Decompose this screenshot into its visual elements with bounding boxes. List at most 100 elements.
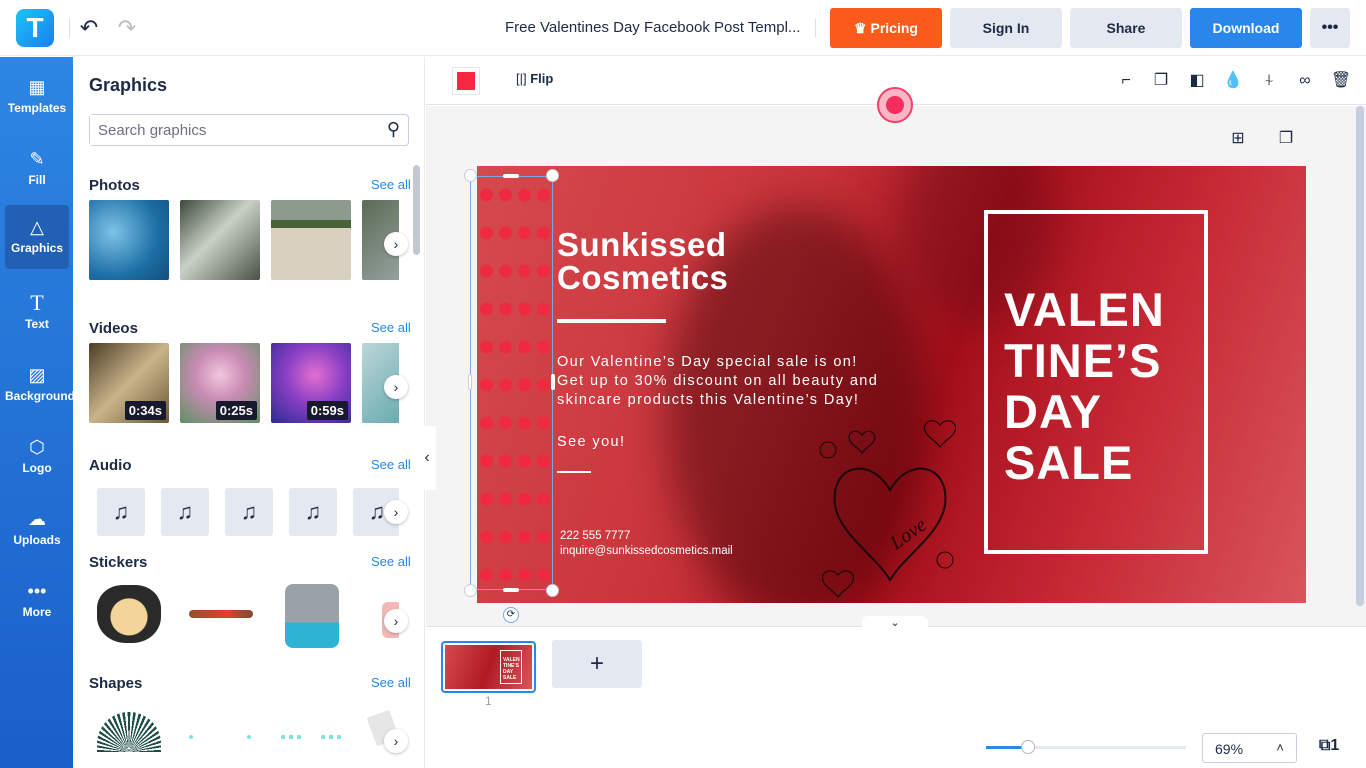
shape-sunburst[interactable] bbox=[97, 712, 161, 752]
app-logo[interactable]: T bbox=[16, 9, 54, 47]
copy-style-icon[interactable]: ❐ bbox=[1149, 69, 1173, 93]
love-heart-doodle[interactable]: Love bbox=[810, 415, 970, 605]
photo-thumb-sheep[interactable] bbox=[271, 200, 351, 280]
resize-handle-top[interactable] bbox=[503, 174, 519, 178]
nav-logo[interactable]: ⬡ Logo bbox=[5, 425, 69, 489]
shape-dot[interactable] bbox=[247, 735, 251, 739]
nav-background[interactable]: ▨ Background bbox=[5, 353, 76, 417]
video-thumb[interactable]: 0:59s bbox=[271, 343, 351, 423]
zoom-level-dropdown[interactable]: 69% ˄ bbox=[1202, 733, 1297, 763]
music-note-icon[interactable]: ♫ bbox=[289, 488, 337, 536]
video-thumb[interactable]: 0:25s bbox=[180, 343, 260, 423]
document-title[interactable]: Free Valentines Day Facebook Post Templ.… bbox=[505, 19, 800, 36]
resize-handle-left[interactable] bbox=[468, 374, 472, 390]
resize-handle-top-left[interactable] bbox=[464, 169, 477, 182]
nav-more[interactable]: ••• More bbox=[5, 569, 69, 633]
shape-dots[interactable] bbox=[321, 735, 341, 739]
headline-text[interactable]: VALEN TINE’S DAY SALE bbox=[1004, 284, 1165, 488]
stickers-see-all-link[interactable]: See all bbox=[371, 554, 411, 569]
collapse-pages-chevron-down-icon[interactable]: ⌄ bbox=[862, 616, 928, 630]
resize-handle-right[interactable] bbox=[551, 374, 555, 390]
shapes-next-arrow[interactable]: › bbox=[384, 729, 408, 753]
photos-see-all-link[interactable]: See all bbox=[371, 177, 411, 192]
arrange-layers-icon[interactable]: ◧ bbox=[1185, 69, 1209, 93]
small-heart bbox=[848, 430, 876, 455]
nav-label: Templates bbox=[7, 101, 67, 115]
divider bbox=[815, 19, 816, 37]
paint-roller-icon[interactable]: ⌐ bbox=[1114, 69, 1138, 93]
music-note-icon[interactable]: ♫ bbox=[161, 488, 209, 536]
record-indicator[interactable] bbox=[877, 87, 913, 123]
videos-title: Videos bbox=[89, 320, 138, 337]
add-page-icon[interactable]: ⊞ bbox=[1228, 128, 1248, 148]
nav-label: Uploads bbox=[13, 533, 61, 547]
nav-text[interactable]: T Text bbox=[5, 281, 69, 345]
sticker-greyhound[interactable] bbox=[189, 610, 253, 618]
share-button[interactable]: Share bbox=[1070, 8, 1182, 48]
page-count-icon[interactable]: ⧉1 bbox=[1319, 737, 1339, 755]
photos-row bbox=[89, 200, 399, 280]
resize-handle-top-right[interactable] bbox=[546, 169, 559, 182]
photos-next-arrow[interactable]: › bbox=[384, 232, 408, 256]
resize-handle-bottom-left[interactable] bbox=[464, 584, 477, 597]
see-you-text[interactable]: See you! bbox=[557, 434, 625, 450]
audio-see-all-link[interactable]: See all bbox=[371, 457, 411, 472]
music-note-icon[interactable]: ♫ bbox=[97, 488, 145, 536]
link-icon[interactable]: ∞ bbox=[1293, 69, 1317, 93]
stickers-next-arrow[interactable]: › bbox=[384, 609, 408, 633]
music-note-icon[interactable]: ♫ bbox=[225, 488, 273, 536]
brand-line-2: Cosmetics bbox=[557, 259, 729, 296]
page-number: 1 bbox=[485, 694, 492, 708]
nav-fill[interactable]: ✎ Fill bbox=[5, 137, 69, 201]
headline-line: TINE’S bbox=[1004, 334, 1162, 387]
color-swatch[interactable] bbox=[452, 67, 480, 95]
search-input[interactable] bbox=[90, 115, 360, 145]
download-button[interactable]: Download bbox=[1190, 8, 1302, 48]
pricing-button[interactable]: ♛ Pricing bbox=[830, 8, 942, 48]
align-icon[interactable]: ⍭ bbox=[1257, 69, 1281, 93]
sticker-robot-dog[interactable] bbox=[285, 584, 339, 648]
resize-handle-bottom[interactable] bbox=[503, 588, 519, 592]
zoom-slider[interactable] bbox=[986, 740, 1186, 754]
phone-number[interactable]: 222 555 7777 bbox=[560, 530, 630, 542]
resize-handle-bottom-right[interactable] bbox=[546, 584, 559, 597]
delete-icon[interactable]: 🗑 bbox=[1329, 69, 1353, 93]
undo-icon[interactable]: ↶ bbox=[75, 14, 103, 42]
nav-templates[interactable]: ▦ Templates bbox=[5, 65, 69, 129]
panel-scrollbar[interactable] bbox=[413, 165, 420, 255]
brand-name[interactable]: Sunkissed Cosmetics bbox=[557, 228, 728, 294]
email-address[interactable]: inquire@sunkissedcosmetics.mail bbox=[560, 545, 733, 557]
add-page-button[interactable]: + bbox=[552, 640, 642, 688]
video-thumb[interactable]: 0:34s bbox=[89, 343, 169, 423]
videos-next-arrow[interactable]: › bbox=[384, 375, 408, 399]
audio-next-arrow[interactable]: › bbox=[384, 500, 408, 524]
videos-see-all-link[interactable]: See all bbox=[371, 320, 411, 335]
flip-button[interactable]: [|] Flip bbox=[516, 71, 553, 86]
page-thumbnail[interactable]: VALEN TINE'S DAY SALE bbox=[441, 641, 536, 693]
opacity-icon[interactable]: 💧 bbox=[1221, 69, 1245, 93]
nav-graphics[interactable]: △ Graphics bbox=[5, 205, 69, 269]
more-options-button[interactable]: ••• bbox=[1310, 8, 1350, 48]
zoom-slider-knob[interactable] bbox=[1021, 740, 1035, 754]
zoom-level-value: 69% bbox=[1215, 741, 1244, 757]
nav-label: Text bbox=[25, 317, 49, 331]
nav-label: Background bbox=[5, 389, 76, 403]
redo-icon[interactable]: ↷ bbox=[113, 14, 141, 42]
love-script-text: Love bbox=[885, 514, 930, 555]
collapse-panel-chevron-left-icon[interactable]: ‹ bbox=[418, 426, 436, 490]
shape-dots[interactable] bbox=[281, 735, 301, 739]
body-text[interactable]: Our Valentine’s Day special sale is on! … bbox=[557, 353, 878, 410]
small-heart bbox=[923, 420, 957, 449]
duplicate-page-icon[interactable]: ❐ bbox=[1276, 128, 1296, 148]
rotate-handle-icon[interactable]: ⟳ bbox=[503, 607, 519, 623]
photo-thumb-forest-light[interactable] bbox=[180, 200, 260, 280]
sign-in-button[interactable]: Sign In bbox=[950, 8, 1062, 48]
graphics-panel: Graphics ⚲ Photos See all › Videos See a… bbox=[73, 57, 425, 768]
nav-uploads[interactable]: ☁ Uploads bbox=[5, 497, 69, 561]
sticker-bulldog[interactable] bbox=[97, 585, 161, 643]
shape-dot[interactable] bbox=[189, 735, 193, 739]
photo-thumb-water[interactable] bbox=[89, 200, 169, 280]
shapes-see-all-link[interactable]: See all bbox=[371, 675, 411, 690]
search-icon[interactable]: ⚲ bbox=[387, 119, 400, 140]
workspace-scrollbar[interactable] bbox=[1356, 106, 1364, 606]
